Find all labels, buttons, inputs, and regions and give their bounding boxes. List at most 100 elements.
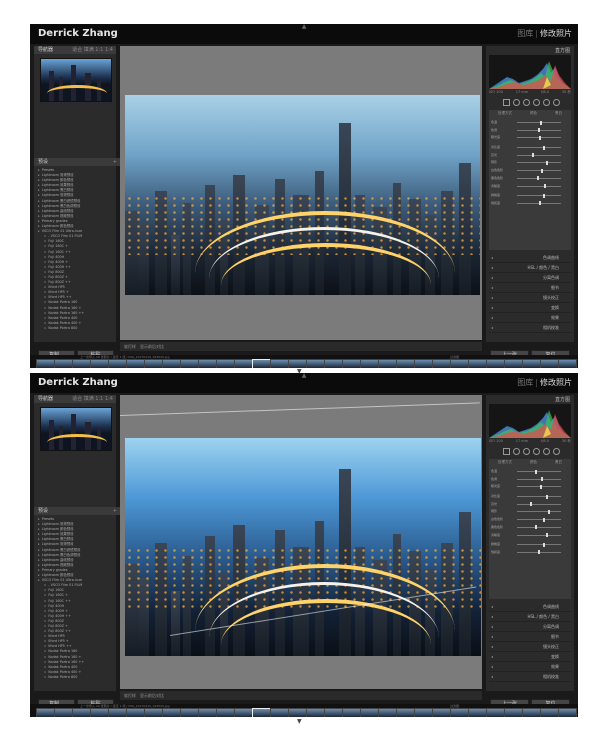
filmstrip-thumbnail[interactable]: [144, 708, 163, 717]
filmstrip-thumbnail[interactable]: [450, 708, 469, 717]
slider-knob[interactable]: [535, 469, 537, 474]
filmstrip-thumbnail[interactable]: [198, 359, 217, 368]
filmstrip-thumbnail[interactable]: [216, 708, 235, 717]
slider-knob[interactable]: [538, 550, 540, 555]
filmstrip-thumbnail[interactable]: [558, 708, 577, 717]
filmstrip-thumbnail[interactable]: [540, 359, 559, 368]
collapsed-panel-header[interactable]: ◂ 变换: [489, 653, 571, 662]
filmstrip-thumbnail[interactable]: [522, 708, 541, 717]
slider-track[interactable]: [517, 147, 561, 149]
collapsed-panel-header[interactable]: ◂ 镜头校正: [489, 643, 571, 652]
filmstrip-thumbnail[interactable]: [396, 708, 415, 717]
slider-track[interactable]: [517, 544, 561, 546]
filmstrip-thumbnail[interactable]: [72, 708, 91, 717]
graduated-filter-icon[interactable]: [533, 99, 540, 106]
filmstrip-thumbnail[interactable]: [522, 359, 541, 368]
filmstrip-thumbnail[interactable]: [342, 708, 361, 717]
filmstrip-thumbnail[interactable]: [36, 708, 55, 717]
navigator-zoom-options[interactable]: 适合 填满 1:1 1:4: [72, 46, 113, 54]
treatment-tab[interactable]: 黑白: [555, 459, 562, 466]
slider-knob[interactable]: [546, 494, 548, 499]
filmstrip-thumbnail[interactable]: [378, 708, 397, 717]
slider-knob[interactable]: [541, 477, 543, 482]
filmstrip-thumbnail[interactable]: [54, 359, 73, 368]
navigator-zoom-options[interactable]: 适合 填满 1:1 1:4: [72, 395, 113, 403]
collapsed-panel-header[interactable]: ◂ 细节: [489, 284, 571, 293]
slider-knob[interactable]: [537, 176, 539, 181]
module-tab[interactable]: 图库: [517, 378, 533, 387]
module-tab[interactable]: 修改照片: [540, 378, 572, 387]
filmstrip-thumbnail[interactable]: [360, 359, 379, 368]
crop-icon[interactable]: [503, 448, 510, 455]
collapsed-panel-header[interactable]: ◂ HSL / 颜色 / 黑白: [489, 613, 571, 622]
panel-toggle-bottom-icon[interactable]: ▼: [297, 368, 302, 375]
filmstrip-thumbnail[interactable]: [378, 359, 397, 368]
filmstrip-thumbnail[interactable]: [306, 708, 325, 717]
soft-proof-checkbox[interactable]: 软打样: [124, 344, 136, 349]
slider-track[interactable]: [517, 519, 561, 521]
before-after-toggle[interactable]: 显示前后对比: [140, 344, 164, 349]
collapsed-panel-header[interactable]: ◂ 分离色调: [489, 623, 571, 632]
filmstrip-thumbnail[interactable]: [414, 359, 433, 368]
slider-track[interactable]: [517, 478, 561, 480]
slider-knob[interactable]: [539, 135, 541, 140]
slider-track[interactable]: [517, 185, 561, 187]
red-eye-icon[interactable]: [523, 99, 530, 106]
slider-knob[interactable]: [543, 542, 545, 547]
filmstrip-thumbnail[interactable]: [270, 708, 289, 717]
navigator-header[interactable]: 导航器 适合 填满 1:1 1:4: [34, 395, 116, 403]
collapsed-panel-header[interactable]: ◂ 细节: [489, 633, 571, 642]
filmstrip-thumbnail[interactable]: [198, 708, 217, 717]
soft-proof-checkbox[interactable]: 软打样: [124, 693, 136, 698]
presets-header[interactable]: 预设 +: [34, 158, 120, 166]
treatment-tab[interactable]: 颜色: [530, 110, 537, 117]
adjustment-brush-icon[interactable]: [553, 99, 560, 106]
collapsed-panel-header[interactable]: ◂ HSL / 颜色 / 黑白: [489, 264, 571, 273]
collapsed-panel-header[interactable]: ◂ 相机校准: [489, 673, 571, 682]
slider-knob[interactable]: [543, 145, 545, 150]
slider-knob[interactable]: [548, 509, 550, 514]
filmstrip-thumbnail[interactable]: [126, 359, 145, 368]
collapsed-panel-header[interactable]: ◂ 变换: [489, 304, 571, 313]
slider-knob[interactable]: [539, 201, 541, 206]
slider-track[interactable]: [517, 195, 561, 197]
filmstrip-thumbnail[interactable]: [180, 359, 199, 368]
filmstrip-thumbnail[interactable]: [324, 708, 343, 717]
treatment-tab[interactable]: 颜色: [530, 459, 537, 466]
crop-icon[interactable]: [503, 99, 510, 106]
collapsed-panel-header[interactable]: ◂ 效果: [489, 663, 571, 672]
filmstrip-thumbnail[interactable]: [540, 708, 559, 717]
collapsed-panel-header[interactable]: ◂ 效果: [489, 314, 571, 323]
slider-track[interactable]: [517, 511, 561, 513]
slider-knob[interactable]: [541, 168, 543, 173]
navigator-header[interactable]: 导航器 适合 填满 1:1 1:4: [34, 46, 116, 54]
slider-track[interactable]: [517, 526, 561, 528]
filmstrip-thumbnail[interactable]: [414, 708, 433, 717]
slider-knob[interactable]: [540, 120, 542, 125]
slider-knob[interactable]: [532, 153, 534, 158]
loupe-view[interactable]: [120, 46, 482, 340]
treatment-tab[interactable]: 处理方式: [498, 110, 512, 117]
before-after-toggle[interactable]: 显示前后对比: [140, 693, 164, 698]
navigator-preview[interactable]: [40, 407, 112, 451]
red-eye-icon[interactable]: [523, 448, 530, 455]
filmstrip-thumbnail[interactable]: [252, 359, 271, 368]
filmstrip-thumbnail[interactable]: [90, 359, 109, 368]
slider-track[interactable]: [517, 162, 561, 164]
filmstrip-thumbnail[interactable]: [126, 708, 145, 717]
collapsed-panel-header[interactable]: ◂ 相机校准: [489, 324, 571, 333]
filmstrip-thumbnail[interactable]: [504, 359, 523, 368]
adjustment-brush-icon[interactable]: [553, 448, 560, 455]
filmstrip-thumbnail[interactable]: [486, 359, 505, 368]
module-tab[interactable]: 图库: [517, 29, 533, 38]
slider-track[interactable]: [517, 503, 561, 505]
filmstrip-thumbnail[interactable]: [108, 708, 127, 717]
filmstrip-thumbnail[interactable]: [468, 708, 487, 717]
radial-filter-icon[interactable]: [543, 99, 550, 106]
filmstrip-thumbnail[interactable]: [306, 359, 325, 368]
filmstrip-thumbnail[interactable]: [36, 359, 55, 368]
panel-toggle-bottom-icon[interactable]: ▼: [297, 718, 302, 725]
navigator-preview[interactable]: [40, 58, 112, 102]
edited-photo[interactable]: [125, 95, 480, 295]
collapsed-panel-header[interactable]: ◂ 色调曲线: [489, 254, 571, 263]
